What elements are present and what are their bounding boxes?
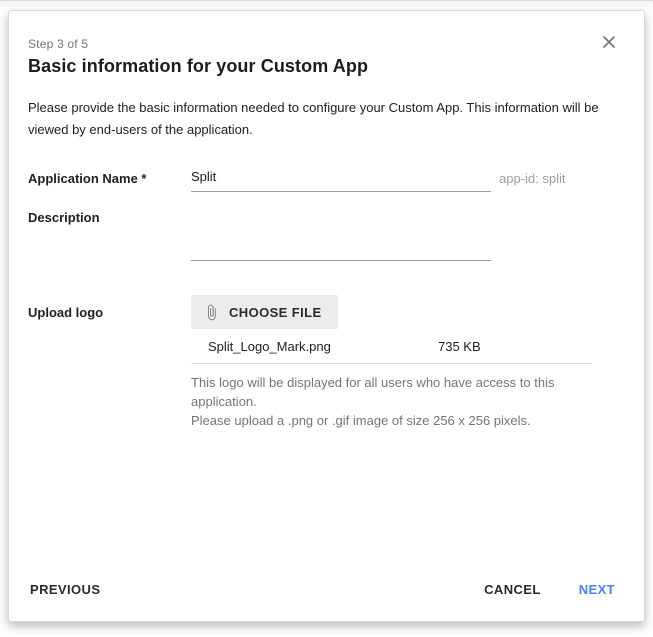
basic-info-form: Application Name * app-id: split Descrip…: [28, 166, 616, 430]
upload-helper-line-2: Please upload a .png or .gif image of si…: [191, 411, 592, 430]
file-size: 735 KB: [438, 339, 481, 354]
paperclip-icon: [203, 304, 220, 321]
dialog-title: Basic information for your Custom App: [28, 56, 616, 77]
description-row: Description: [28, 205, 616, 261]
cancel-button[interactable]: CANCEL: [482, 578, 543, 601]
choose-file-label: CHOOSE FILE: [229, 305, 322, 320]
close-icon: [602, 37, 616, 52]
upload-helper-text: This logo will be displayed for all user…: [191, 373, 592, 430]
application-name-row: Application Name * app-id: split: [28, 166, 616, 192]
dialog-description: Please provide the basic information nee…: [28, 97, 616, 141]
next-button[interactable]: NEXT: [577, 578, 617, 601]
custom-app-dialog: Step 3 of 5 Basic information for your C…: [8, 10, 645, 622]
upload-helper-line-1: This logo will be displayed for all user…: [191, 373, 592, 411]
dialog-footer: PREVIOUS CANCEL NEXT: [28, 578, 617, 601]
app-id-hint: app-id: split: [499, 166, 565, 186]
step-indicator: Step 3 of 5: [28, 37, 616, 51]
close-button[interactable]: [600, 33, 618, 51]
application-name-input[interactable]: [191, 166, 491, 192]
description-label: Description: [28, 205, 191, 225]
uploaded-file-row: Split_Logo_Mark.png 735 KB: [191, 339, 592, 364]
file-name: Split_Logo_Mark.png: [208, 339, 438, 354]
choose-file-button[interactable]: CHOOSE FILE: [191, 295, 338, 329]
previous-button[interactable]: PREVIOUS: [28, 578, 102, 601]
description-input[interactable]: [191, 205, 491, 261]
upload-logo-row: Upload logo CHOOSE FILE Split_Logo_Mark.…: [28, 295, 616, 430]
upload-logo-label: Upload logo: [28, 295, 191, 320]
application-name-label: Application Name *: [28, 166, 191, 186]
